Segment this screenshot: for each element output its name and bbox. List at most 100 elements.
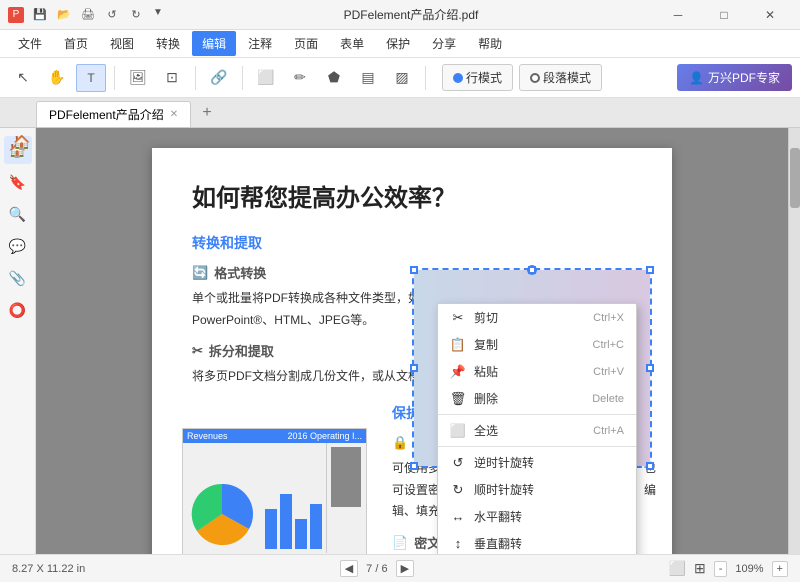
ctx-selectall[interactable]: ⬜ 全选 Ctrl+A	[438, 417, 636, 444]
handle-tr[interactable]	[646, 266, 654, 274]
handle-bl[interactable]	[410, 462, 418, 470]
zoom-level: 109%	[735, 563, 763, 575]
view-double-btn[interactable]: ⊞	[694, 560, 706, 577]
menu-file[interactable]: 文件	[8, 31, 52, 56]
vflip-icon: ↕	[450, 536, 466, 552]
window-controls: ─ □ ✕	[656, 0, 792, 30]
insert-image-btn[interactable]: 🖼	[123, 64, 153, 92]
ctx-cut[interactable]: ✂ 剪切 Ctrl+X	[438, 304, 636, 331]
quick-save-btn[interactable]: 💾	[30, 5, 50, 25]
link-btn[interactable]: 🔗	[204, 64, 234, 92]
ctx-cw[interactable]: ↻ 顺时针旋转	[438, 476, 636, 503]
zoom-out-btn[interactable]: -	[714, 561, 728, 577]
quick-print-btn[interactable]: 🖨	[78, 5, 98, 25]
customize-btn[interactable]: ▼	[150, 5, 166, 21]
tab-title: PDFelement产品介绍	[49, 106, 164, 123]
format-icon: 🔄	[192, 265, 208, 281]
search-panel-btn[interactable]: 🔍	[4, 200, 32, 228]
row-mode-btn[interactable]: 行模式	[442, 64, 513, 91]
cut-icon: ✂	[450, 310, 466, 326]
status-center: ◀ 7 / 6 ▶	[340, 560, 414, 577]
document-area: 如何帮您提高办公效率？ 转换和提取 🔄 格式转换 单个或批量将PDF转换成各种文…	[36, 128, 788, 554]
zoom-in-btn[interactable]: +	[772, 561, 788, 577]
select-tool-btn[interactable]: ↖	[8, 64, 38, 92]
comment-panel-btn[interactable]: 💬	[4, 232, 32, 260]
ctx-cut-label: 剪切	[474, 309, 498, 326]
wanpdf-button[interactable]: 👤 万兴PDF专家	[677, 64, 792, 91]
handle-ml[interactable]	[410, 364, 418, 372]
prev-page-btn[interactable]: ◀	[340, 560, 358, 577]
thumb-img	[331, 447, 361, 507]
para-mode-radio	[530, 73, 540, 83]
handle-br[interactable]	[646, 462, 654, 470]
edit-text-btn[interactable]: T	[76, 64, 106, 92]
cw-icon: ↻	[450, 482, 466, 498]
crop-btn[interactable]: ⊡	[157, 64, 187, 92]
redo-btn[interactable]: ↻	[126, 5, 146, 25]
menu-annotate[interactable]: 注释	[238, 31, 282, 56]
ctx-cut-shortcut: Ctrl+X	[593, 312, 624, 324]
wanpdf-label: 万兴PDF专家	[708, 69, 780, 86]
new-tab-btn[interactable]: +	[195, 101, 219, 125]
ctx-delete[interactable]: 🗑 删除 Delete	[438, 385, 636, 412]
quick-open-btn[interactable]: 📂	[54, 5, 74, 25]
menu-share[interactable]: 分享	[422, 31, 466, 56]
ctx-cw-label: 顺时针旋转	[474, 481, 534, 498]
ctx-delete-label: 删除	[474, 390, 498, 407]
page-dimensions: 8.27 X 11.22 in	[12, 563, 85, 575]
minimize-button[interactable]: ─	[656, 0, 700, 30]
app-icon: P	[8, 7, 24, 23]
document-page: 如何帮您提高办公效率？ 转换和提取 🔄 格式转换 单个或批量将PDF转换成各种文…	[152, 148, 672, 554]
thumb-content	[183, 443, 366, 553]
menu-page[interactable]: 页面	[284, 31, 328, 56]
menu-view[interactable]: 视图	[100, 31, 144, 56]
close-button[interactable]: ✕	[748, 0, 792, 30]
thumb-side	[326, 443, 366, 553]
ctx-hflip[interactable]: ↔ 水平翻转	[438, 503, 636, 530]
status-left: 8.27 X 11.22 in	[12, 563, 85, 575]
menu-bar: 文件 首页 视图 转换 编辑 注释 页面 表单 保护 分享 帮助	[0, 30, 800, 58]
menu-home[interactable]: 首页	[54, 31, 98, 56]
title-bar: P 💾 📂 🖨 ↺ ↻ ▼ PDFelement产品介绍.pdf ─ □ ✕	[0, 0, 800, 30]
handle-tl[interactable]	[410, 266, 418, 274]
bookmark-panel-btn[interactable]: 🔖	[4, 168, 32, 196]
home-sidebar-btn[interactable]: 🏠	[8, 128, 36, 156]
ctx-copy[interactable]: 📋 复制 Ctrl+C	[438, 331, 636, 358]
next-page-btn[interactable]: ▶	[396, 560, 414, 577]
tab-close-btn[interactable]: ✕	[170, 109, 178, 120]
ctx-ccw[interactable]: ↺ 逆时针旋转	[438, 449, 636, 476]
menu-form[interactable]: 表单	[330, 31, 374, 56]
scrollbar[interactable]	[788, 128, 800, 554]
menu-edit[interactable]: 编辑	[192, 31, 236, 56]
view-single-btn[interactable]: ⬜	[669, 560, 686, 577]
handle-mr[interactable]	[646, 364, 654, 372]
maximize-button[interactable]: □	[702, 0, 746, 30]
header-btn[interactable]: ▤	[353, 64, 383, 92]
watermark-btn[interactable]: ▨	[387, 64, 417, 92]
ctx-vflip-label: 垂直翻转	[474, 535, 522, 552]
menu-help[interactable]: 帮助	[468, 31, 512, 56]
left-panel: 🏠 🔖 🔍 💬 📎 ⭕	[0, 128, 36, 554]
separator-1	[114, 66, 115, 90]
menu-convert[interactable]: 转换	[146, 31, 190, 56]
row-mode-radio	[453, 73, 463, 83]
attachment-panel-btn[interactable]: 📎	[4, 264, 32, 292]
hand-tool-btn[interactable]: ✋	[42, 64, 72, 92]
pen-btn[interactable]: ✏	[285, 64, 315, 92]
active-tab[interactable]: PDFelement产品介绍 ✕	[36, 101, 191, 127]
shapes-btn[interactable]: ⬜	[251, 64, 281, 92]
bar-1	[265, 509, 277, 549]
menu-protect[interactable]: 保护	[376, 31, 420, 56]
ctx-vflip[interactable]: ↕ 垂直翻转	[438, 530, 636, 554]
polygon-btn[interactable]: ⬟	[319, 64, 349, 92]
scroll-thumb[interactable]	[790, 148, 800, 208]
main-area: 🏠 🔖 🔍 💬 📎 ⭕ 如何帮您提高办公效率？ 转换和提取 🔄 格式转换 单个或…	[0, 128, 800, 554]
paragraph-mode-btn[interactable]: 段落模式	[519, 64, 602, 91]
separator-2	[195, 66, 196, 90]
title-bar-left: P 💾 📂 🖨 ↺ ↻ ▼	[8, 5, 166, 25]
undo-btn[interactable]: ↺	[102, 5, 122, 25]
title-bar-actions: 💾 📂 🖨 ↺ ↻ ▼	[30, 5, 166, 25]
handle-tm[interactable]	[528, 266, 536, 274]
ctx-paste[interactable]: 📌 粘贴 Ctrl+V	[438, 358, 636, 385]
signature-panel-btn[interactable]: ⭕	[4, 296, 32, 324]
